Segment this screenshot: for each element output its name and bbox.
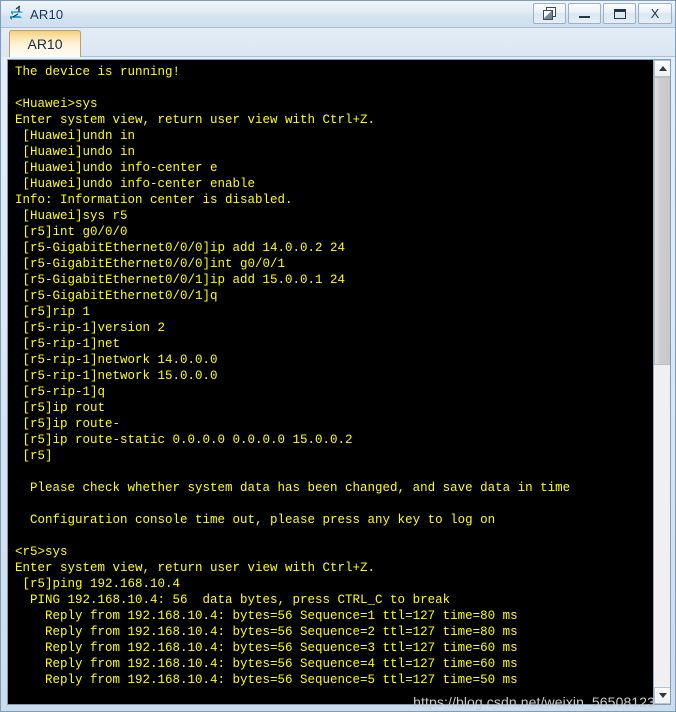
maximize-icon [613,8,626,19]
scroll-down-arrow-icon [658,693,667,698]
terminal-line: [r5-rip-1]net [15,337,121,351]
minimize-button[interactable] [568,3,601,24]
scrollbar-thumb[interactable] [654,77,670,365]
scroll-up-button[interactable] [654,60,670,77]
console-window: AR10 X AR10 The device is running! <Huaw… [0,0,676,712]
terminal-line: PING 192.168.10.4: 56 data bytes, press … [15,593,451,607]
terminal-line: [Huawei]sys r5 [15,209,128,223]
terminal-line: [r5-GigabitEthernet0/0/0]int g0/0/1 [15,257,286,271]
terminal-line: [Huawei]undo in [15,145,136,159]
scroll-down-button[interactable] [654,687,670,704]
terminal-line: Please check whether system data has bee… [15,481,571,495]
terminal-line: The device is running! [15,65,181,79]
terminal-line: [r5-rip-1]network 15.0.0.0 [15,369,218,383]
terminal-line: Reply from 192.168.10.4: bytes=56 Sequen… [15,609,518,623]
terminal-line: [r5] [15,449,53,463]
terminal-line: [r5-rip-1]network 14.0.0.0 [15,353,218,367]
terminal-line: Reply from 192.168.10.4: bytes=56 Sequen… [15,673,518,687]
terminal-line: Reply from 192.168.10.4: bytes=56 Sequen… [15,625,518,639]
console-area: The device is running! <Huawei>sys Enter … [7,59,671,705]
tab-ar10[interactable]: AR10 [9,30,81,57]
tab-strip-filler [81,33,675,57]
maximize-button[interactable] [603,3,636,24]
terminal-line: [r5]int g0/0/0 [15,225,128,239]
tab-strip: AR10 [1,28,675,57]
window-controls: X [531,3,672,25]
close-icon: X [650,6,660,21]
terminal-line: [r5]ping 192.168.10.4 [15,577,181,591]
terminal-line: [r5]rip 1 [15,305,91,319]
terminal-line: Configuration console time out, please p… [15,513,496,527]
terminal-line: [Huawei]undo info-center enable [15,177,256,191]
terminal-line: [r5-GigabitEthernet0/0/1]ip add 15.0.0.1… [15,273,346,287]
terminal-line: [r5-GigabitEthernet0/0/0]ip add 14.0.0.2… [15,241,346,255]
terminal-line: Reply from 192.168.10.4: bytes=56 Sequen… [15,641,518,655]
scroll-up-arrow-icon [658,66,667,71]
vertical-scrollbar[interactable] [653,60,670,704]
terminal-line: Info: Information center is disabled. [15,193,293,207]
terminal-output[interactable]: The device is running! <Huawei>sys Enter … [8,60,653,704]
title-bar: AR10 X [1,1,675,28]
terminal-line: [r5-rip-1]q [15,385,106,399]
minimize-icon [579,16,590,18]
window-title: AR10 [30,6,64,22]
terminal-line: [Huawei]undo info-center e [15,161,218,175]
terminal-line: [r5-GigabitEthernet0/0/1]q [15,289,218,303]
terminal-line: <Huawei>sys [15,97,98,111]
router-icon [7,5,25,23]
terminal-line: [r5]ip rout [15,401,106,415]
terminal-line: Enter system view, return user view with… [15,113,376,127]
terminal-line: [Huawei]undn in [15,129,136,143]
terminal-line: <r5>sys [15,545,68,559]
restore-button[interactable] [533,3,566,24]
terminal-line: [r5-rip-1]version 2 [15,321,166,335]
close-button[interactable]: X [638,3,672,24]
terminal-line: Reply from 192.168.10.4: bytes=56 Sequen… [15,657,518,671]
restore-icon [542,7,557,20]
tab-label: AR10 [27,36,63,52]
terminal-line: [r5]ip route-static 0.0.0.0 0.0.0.0 15.0… [15,433,353,447]
terminal-line: [r5]ip route- [15,417,121,431]
terminal-line: Enter system view, return user view with… [15,561,376,575]
